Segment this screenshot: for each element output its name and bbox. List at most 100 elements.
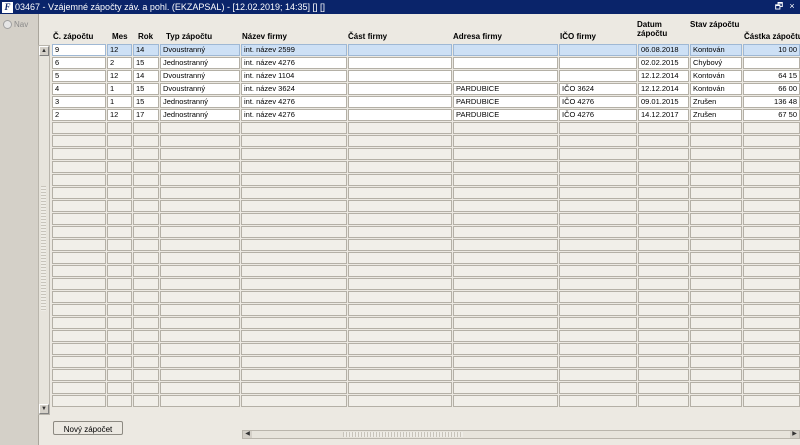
cell-zapocet[interactable] <box>52 291 106 303</box>
cell-typ[interactable] <box>160 239 240 251</box>
cell-datum[interactable] <box>638 278 689 290</box>
table-row[interactable]: 6 2 15 Jednostranný int. název 4276 02.02.201… <box>52 57 800 70</box>
cell-nazev[interactable] <box>241 265 347 277</box>
cell-typ[interactable] <box>160 226 240 238</box>
empty-table-row[interactable] <box>52 135 800 148</box>
cell-typ[interactable] <box>160 356 240 368</box>
empty-table-row[interactable] <box>52 304 800 317</box>
cell-mes[interactable] <box>107 135 132 147</box>
cell-castka[interactable] <box>743 187 800 199</box>
cell-mes[interactable] <box>107 187 132 199</box>
cell-zapocet[interactable] <box>52 135 106 147</box>
cell-castka[interactable] <box>743 382 800 394</box>
horizontal-scrollbar[interactable]: ◀ ▶ <box>242 430 800 439</box>
cell-stav[interactable] <box>690 356 742 368</box>
cell-datum[interactable]: 06.08.2018 <box>638 44 689 56</box>
cell-zapocet[interactable] <box>52 356 106 368</box>
cell-zapocet[interactable]: 2 <box>52 109 106 121</box>
cell-zapocet[interactable] <box>52 382 106 394</box>
cell-nazev[interactable] <box>241 304 347 316</box>
cell-nazev[interactable] <box>241 135 347 147</box>
empty-table-row[interactable] <box>52 252 800 265</box>
cell-rok[interactable] <box>133 239 159 251</box>
cell-rok[interactable] <box>133 304 159 316</box>
cell-adresa[interactable] <box>453 330 558 342</box>
cell-mes[interactable] <box>107 252 132 264</box>
cell-cast[interactable] <box>348 239 452 251</box>
cell-stav[interactable]: Zrušen <box>690 109 742 121</box>
cell-castka[interactable] <box>743 200 800 212</box>
cell-mes[interactable] <box>107 174 132 186</box>
cell-zapocet[interactable] <box>52 369 106 381</box>
cell-cast[interactable] <box>348 226 452 238</box>
cell-zapocet[interactable]: 4 <box>52 83 106 95</box>
cell-stav[interactable] <box>690 148 742 160</box>
cell-cast[interactable] <box>348 70 452 82</box>
cell-typ[interactable] <box>160 304 240 316</box>
cell-nazev[interactable] <box>241 369 347 381</box>
cell-nazev[interactable] <box>241 213 347 225</box>
new-zapocet-button[interactable]: Nový zápočet <box>53 421 123 435</box>
cell-ico[interactable] <box>559 200 637 212</box>
cell-typ[interactable] <box>160 343 240 355</box>
cell-castka[interactable]: 64 15 <box>743 70 800 82</box>
cell-mes[interactable] <box>107 369 132 381</box>
cell-nazev[interactable]: int. název 4276 <box>241 109 347 121</box>
cell-cast[interactable] <box>348 252 452 264</box>
cell-castka[interactable] <box>743 304 800 316</box>
cell-rok[interactable] <box>133 395 159 407</box>
cell-datum[interactable] <box>638 330 689 342</box>
cell-cast[interactable] <box>348 395 452 407</box>
cell-stav[interactable]: Kontován <box>690 70 742 82</box>
cell-datum[interactable] <box>638 239 689 251</box>
cell-zapocet[interactable]: 5 <box>52 70 106 82</box>
cell-nazev[interactable] <box>241 122 347 134</box>
cell-typ[interactable] <box>160 382 240 394</box>
empty-table-row[interactable] <box>52 395 800 408</box>
empty-table-row[interactable] <box>52 343 800 356</box>
cell-mes[interactable] <box>107 278 132 290</box>
cell-typ[interactable]: Jednostranný <box>160 109 240 121</box>
empty-table-row[interactable] <box>52 187 800 200</box>
cell-nazev[interactable] <box>241 239 347 251</box>
cell-cast[interactable] <box>348 213 452 225</box>
cell-cast[interactable] <box>348 122 452 134</box>
cell-adresa[interactable] <box>453 174 558 186</box>
cell-typ[interactable] <box>160 278 240 290</box>
cell-ico[interactable] <box>559 57 637 69</box>
cell-rok[interactable]: 14 <box>133 44 159 56</box>
cell-ico[interactable]: IČO 3624 <box>559 83 637 95</box>
cell-adresa[interactable]: PARDUBICE <box>453 96 558 108</box>
cell-typ[interactable] <box>160 395 240 407</box>
cell-mes[interactable] <box>107 395 132 407</box>
cell-datum[interactable] <box>638 148 689 160</box>
cell-rok[interactable] <box>133 343 159 355</box>
cell-stav[interactable]: Kontován <box>690 44 742 56</box>
cell-rok[interactable] <box>133 291 159 303</box>
cell-rok[interactable] <box>133 135 159 147</box>
cell-adresa[interactable] <box>453 187 558 199</box>
cell-cast[interactable] <box>348 356 452 368</box>
cell-rok[interactable]: 17 <box>133 109 159 121</box>
scroll-up-icon[interactable]: ▲ <box>39 46 49 56</box>
cell-typ[interactable] <box>160 148 240 160</box>
cell-castka[interactable] <box>743 213 800 225</box>
cell-zapocet[interactable] <box>52 330 106 342</box>
cell-stav[interactable] <box>690 200 742 212</box>
cell-castka[interactable] <box>743 239 800 251</box>
cell-cast[interactable] <box>348 278 452 290</box>
cell-castka[interactable]: 10 00 <box>743 44 800 56</box>
cell-zapocet[interactable] <box>52 213 106 225</box>
cell-datum[interactable] <box>638 395 689 407</box>
cell-typ[interactable]: Dvoustranný <box>160 44 240 56</box>
cell-cast[interactable] <box>348 304 452 316</box>
cell-castka[interactable] <box>743 317 800 329</box>
cell-stav[interactable] <box>690 122 742 134</box>
cell-ico[interactable] <box>559 161 637 173</box>
cell-rok[interactable] <box>133 330 159 342</box>
cell-adresa[interactable] <box>453 369 558 381</box>
empty-table-row[interactable] <box>52 148 800 161</box>
cell-datum[interactable]: 09.01.2015 <box>638 96 689 108</box>
cell-typ[interactable] <box>160 213 240 225</box>
cell-typ[interactable] <box>160 369 240 381</box>
